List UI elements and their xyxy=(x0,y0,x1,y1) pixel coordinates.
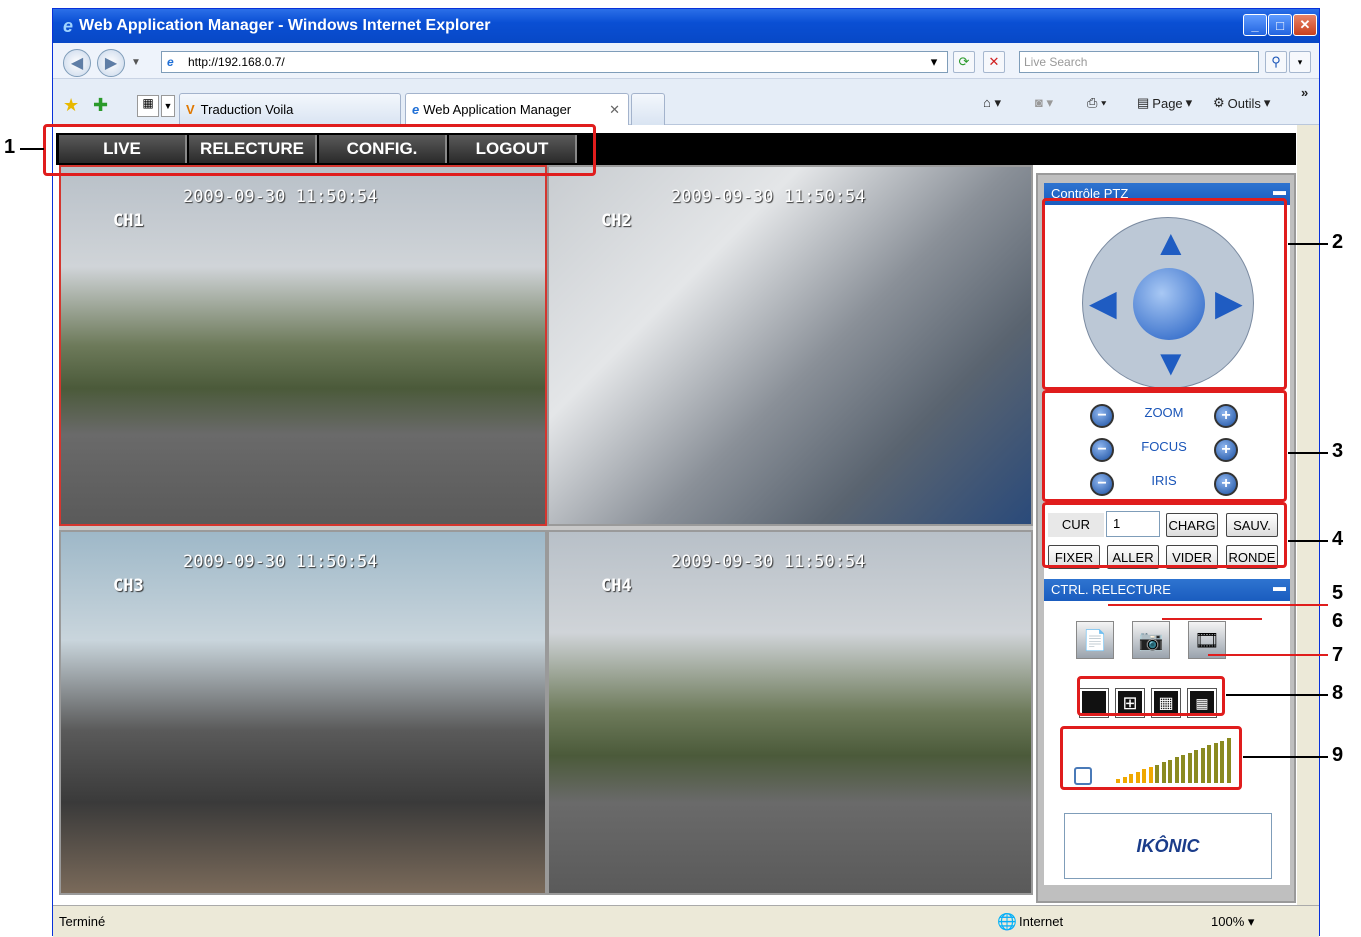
annotation-number: 6 xyxy=(1332,610,1344,632)
video-grid: 2009-09-30 11:50:54 CH1 2009-09-30 11:50… xyxy=(59,165,1033,895)
annotation-box-1 xyxy=(43,124,596,176)
annotation-number: 1 xyxy=(4,136,16,158)
quick-tabs-icon[interactable]: ▦ xyxy=(137,95,159,117)
search-input[interactable]: Live Search xyxy=(1019,51,1259,73)
camera-ch3[interactable]: 2009-09-30 11:50:54 CH3 xyxy=(59,530,547,895)
globe-icon: 🌐 xyxy=(997,914,1017,931)
close-tab-icon[interactable]: ✕ xyxy=(609,102,620,118)
annotation-box-2 xyxy=(1042,198,1287,390)
collapse-icon[interactable]: ▬ xyxy=(1273,183,1286,198)
address-dropdown-icon[interactable]: ▾ xyxy=(923,51,945,73)
chevron-more-icon[interactable]: » xyxy=(1301,85,1308,100)
feeds-icon[interactable]: ◙ ▾ xyxy=(1035,95,1053,111)
camera-label: CH3 xyxy=(113,576,144,596)
security-zone: Internet xyxy=(1019,914,1064,929)
back-button[interactable]: ◀ xyxy=(63,49,91,77)
ie-tab-icon: e xyxy=(412,102,420,117)
collapse-icon[interactable]: ▬ xyxy=(1273,579,1286,594)
refresh-icon[interactable]: ⟳ xyxy=(953,51,975,73)
page-icon: ▤ xyxy=(1137,95,1150,110)
annotation-box-9 xyxy=(1060,726,1242,790)
title-bar: e Web Application Manager - Windows Inte… xyxy=(53,9,1319,43)
camera-label: CH1 xyxy=(113,211,144,231)
tab-web-app-manager[interactable]: e Web Application Manager ✕ xyxy=(405,93,629,125)
playback-header: CTRL. RELECTURE ▬ xyxy=(1044,579,1290,601)
camera-ch4[interactable]: 2009-09-30 11:50:54 CH4 xyxy=(547,530,1033,895)
print-icon[interactable]: ⎙ ▾ xyxy=(1087,95,1106,111)
leader-line xyxy=(1243,756,1328,758)
page-icon: e xyxy=(167,55,174,69)
page-menu[interactable]: ▤ Page ▾ xyxy=(1137,95,1192,111)
forward-button[interactable]: ▶ xyxy=(97,49,125,77)
add-favorite-icon[interactable]: ✚ xyxy=(93,95,108,116)
annotation-number: 5 xyxy=(1332,582,1344,604)
address-input[interactable]: e http://192.168.0.7/ xyxy=(161,51,948,73)
status-bar: Terminé 🌐 Internet 100% ▾ xyxy=(53,905,1319,937)
camera-icon[interactable]: 📷 xyxy=(1132,621,1170,659)
camera-timestamp: 2009-09-30 11:50:54 xyxy=(183,187,378,207)
camera-timestamp: 2009-09-30 11:50:54 xyxy=(183,552,378,572)
annotation-number: 4 xyxy=(1332,528,1344,550)
annotation-number: 3 xyxy=(1332,440,1344,462)
zoom-level[interactable]: 100% ▾ xyxy=(1211,914,1254,930)
gear-icon: ⚙ xyxy=(1213,95,1225,110)
home-icon[interactable]: ⌂ ▾ xyxy=(983,95,1001,111)
camera-timestamp: 2009-09-30 11:50:54 xyxy=(671,187,866,207)
leader-line xyxy=(1162,618,1262,620)
tab-bar: ★ ✚ ▦ ▼ V Traduction Voila e Web Applica… xyxy=(53,79,1319,125)
leader-line xyxy=(20,148,44,150)
camera-ch1[interactable]: 2009-09-30 11:50:54 CH1 xyxy=(59,165,547,526)
leader-line xyxy=(1288,540,1328,542)
leader-line xyxy=(1226,694,1328,696)
window-title: Web Application Manager - Windows Intern… xyxy=(79,17,491,34)
new-tab-button[interactable] xyxy=(631,93,665,125)
close-button[interactable]: ✕ xyxy=(1293,14,1317,36)
status-text: Terminé xyxy=(59,914,106,929)
tab-list-icon[interactable]: ▼ xyxy=(161,95,175,117)
camera-timestamp: 2009-09-30 11:50:54 xyxy=(671,552,866,572)
annotation-box-4 xyxy=(1042,502,1287,568)
annotation-number: 2 xyxy=(1332,231,1344,253)
annotation-box-8 xyxy=(1077,676,1225,716)
history-dropdown-icon[interactable]: ▼ xyxy=(131,57,141,68)
leader-line xyxy=(1288,243,1328,245)
search-options-icon[interactable]: ▾ xyxy=(1289,51,1311,73)
leader-line xyxy=(1108,604,1328,606)
tools-menu[interactable]: ⚙ Outils ▾ xyxy=(1213,95,1270,111)
annotation-number: 8 xyxy=(1332,682,1344,704)
tab-traduction[interactable]: V Traduction Voila xyxy=(179,93,401,125)
snapshot-icon[interactable]: 📄 xyxy=(1076,621,1114,659)
annotation-number: 9 xyxy=(1332,744,1344,766)
voila-icon: V xyxy=(186,102,195,117)
leader-line xyxy=(1208,654,1328,656)
leader-line xyxy=(1288,452,1328,454)
search-icon[interactable]: ⚲ xyxy=(1265,51,1287,73)
annotation-number: 7 xyxy=(1332,644,1344,666)
camera-label: CH4 xyxy=(601,576,632,596)
minimize-button[interactable]: _ xyxy=(1243,14,1267,36)
ikonic-logo: IKÔNIC xyxy=(1064,813,1272,879)
camera-ch2[interactable]: 2009-09-30 11:50:54 CH2 xyxy=(547,165,1033,526)
favorites-star-icon[interactable]: ★ xyxy=(63,95,79,116)
camera-label: CH2 xyxy=(601,211,632,231)
stop-icon[interactable]: ✕ xyxy=(983,51,1005,73)
address-toolbar: ◀ ▶ ▼ e http://192.168.0.7/ ▾ ⟳ ✕ Live S… xyxy=(53,43,1319,79)
annotation-box-3 xyxy=(1042,390,1287,502)
ie-logo-icon: e xyxy=(63,15,74,36)
maximize-button[interactable]: □ xyxy=(1268,14,1292,36)
